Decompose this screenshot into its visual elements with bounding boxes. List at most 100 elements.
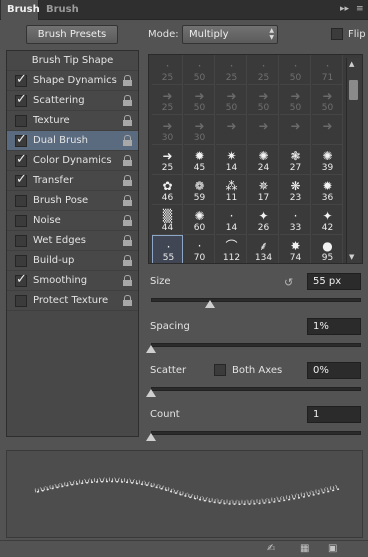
scroll-down-arrow-icon[interactable]: ▼ — [349, 253, 354, 261]
brush-tip-cell[interactable]: · 50 — [184, 55, 215, 85]
brush-tip-cell[interactable]: ✦ 42 — [312, 205, 343, 235]
sidebar-item-noise[interactable]: Noise — [7, 211, 138, 231]
sidebar-item-scattering[interactable]: Scattering — [7, 91, 138, 111]
brush-tip-cell[interactable]: ➜ 25 — [152, 85, 183, 115]
brush-tip-cell[interactable]: · 33 — [280, 205, 311, 235]
brush-tip-cell[interactable]: · 25 — [216, 55, 247, 85]
brush-tip-cell[interactable]: ➜ 30 — [152, 115, 183, 145]
sidebar-item-texture[interactable]: Texture — [7, 111, 138, 131]
panel-menu-icon[interactable]: ≡ — [356, 4, 364, 14]
brush-tip-cell[interactable]: ✸ 74 — [280, 235, 311, 263]
sidebar-checkbox[interactable] — [15, 115, 27, 127]
brush-tip-cell[interactable]: ❋ 23 — [280, 175, 311, 205]
count-input[interactable]: 1 — [307, 406, 361, 423]
brush-tip-cell[interactable]: ✦ 26 — [248, 205, 279, 235]
brush-tip-cell[interactable]: ✹ 36 — [312, 175, 343, 205]
reset-size-icon[interactable]: ↺ — [284, 276, 293, 289]
brush-tip-cell[interactable]: · 71 — [312, 55, 343, 85]
sidebar-checkbox[interactable] — [15, 172, 27, 187]
brush-tip-cell[interactable]: ❃ 27 — [280, 145, 311, 175]
lock-icon[interactable] — [123, 295, 132, 306]
sidebar-item-brush-pose[interactable]: Brush Pose — [7, 191, 138, 211]
toggle-live-tip-icon[interactable]: ✍ — [267, 543, 275, 554]
brush-tip-cell[interactable]: ✺ 24 — [248, 145, 279, 175]
lock-icon[interactable] — [123, 235, 132, 246]
sidebar-item-shape-dynamics[interactable]: Shape Dynamics — [7, 71, 138, 91]
size-input[interactable]: 55 px — [307, 273, 361, 290]
brush-tip-cell[interactable]: ➜ 25 — [152, 145, 183, 175]
size-slider[interactable] — [151, 298, 361, 302]
lock-icon[interactable] — [123, 75, 132, 86]
lock-icon[interactable] — [123, 275, 132, 286]
spacing-slider[interactable] — [151, 343, 361, 347]
brush-presets-button[interactable]: Brush Presets — [26, 25, 118, 44]
sidebar-checkbox[interactable] — [15, 295, 27, 307]
size-slider-thumb[interactable] — [204, 300, 215, 308]
sidebar-checkbox[interactable] — [15, 195, 27, 207]
tab-brush-presets[interactable]: Brush Presets — [40, 0, 114, 35]
brush-tip-cell[interactable]: ➜ 50 — [280, 85, 311, 115]
lock-icon[interactable] — [123, 135, 132, 146]
spacing-slider-thumb[interactable] — [146, 345, 156, 353]
lock-icon[interactable] — [123, 175, 132, 186]
sidebar-item-color-dynamics[interactable]: Color Dynamics — [7, 151, 138, 171]
sidebar-checkbox[interactable] — [15, 132, 27, 147]
brush-tip-cell[interactable]: ⸙ 134 — [248, 235, 279, 263]
brush-tip-shape-header[interactable]: Brush Tip Shape — [7, 51, 138, 71]
brush-tip-cell[interactable]: ⌒ 112 — [216, 235, 247, 263]
count-slider[interactable] — [151, 431, 361, 435]
brush-tip-cell[interactable]: ✿ 46 — [152, 175, 183, 205]
brush-tip-cell[interactable]: ✹ 45 — [184, 145, 215, 175]
lock-icon[interactable] — [123, 195, 132, 206]
double-chevron-right-icon[interactable]: ▸▸ — [340, 4, 349, 14]
brush-tip-cell[interactable]: ✷ 14 — [216, 145, 247, 175]
tab-brush[interactable]: Brush — [1, 0, 40, 20]
count-slider-thumb[interactable] — [146, 433, 156, 441]
brush-tip-cell[interactable]: ✺ 39 — [312, 145, 343, 175]
brush-grid-icon[interactable]: ▦ — [300, 543, 309, 554]
sidebar-item-build-up[interactable]: Build-up — [7, 251, 138, 271]
brush-tip-cell[interactable]: ➜ — [216, 115, 247, 145]
sidebar-checkbox[interactable] — [15, 215, 27, 227]
lock-icon[interactable] — [123, 155, 132, 166]
brush-tip-cell[interactable]: · 25 — [152, 55, 183, 85]
sidebar-checkbox[interactable] — [15, 152, 27, 167]
sidebar-item-protect-texture[interactable]: Protect Texture — [7, 291, 138, 311]
sidebar-item-dual-brush[interactable]: Dual Brush — [7, 131, 138, 151]
brush-tip-cell[interactable]: · 14 — [216, 205, 247, 235]
mode-select[interactable]: Multiply ▲ ▼ — [182, 25, 278, 44]
brush-tip-cell[interactable]: ➜ — [280, 115, 311, 145]
brush-tip-cell[interactable]: ➜ — [312, 115, 343, 145]
brush-tip-cell[interactable]: · 70 — [184, 235, 215, 263]
brush-tip-cell[interactable]: ● 95 — [312, 235, 343, 263]
brush-tip-cell[interactable]: · 55 — [152, 235, 183, 263]
scroll-thumb[interactable] — [349, 80, 358, 100]
brush-tip-cell[interactable]: ➜ 50 — [312, 85, 343, 115]
brush-tip-cell[interactable]: ▒ 44 — [152, 205, 183, 235]
lock-icon[interactable] — [123, 115, 132, 126]
brush-tip-cell[interactable]: ➜ — [248, 115, 279, 145]
brush-tip-cell[interactable]: ⁂ 11 — [216, 175, 247, 205]
both-axes-checkbox[interactable] — [214, 364, 226, 376]
scatter-slider-thumb[interactable] — [146, 389, 156, 397]
sidebar-checkbox[interactable] — [15, 72, 27, 87]
brush-tip-cell[interactable]: · 50 — [280, 55, 311, 85]
brush-tip-cell[interactable]: ➜ 50 — [248, 85, 279, 115]
brush-tip-cell[interactable]: ❁ 59 — [184, 175, 215, 205]
spacing-input[interactable]: 1% — [307, 318, 361, 335]
lock-icon[interactable] — [123, 95, 132, 106]
create-new-brush-icon[interactable]: ▣ — [328, 543, 337, 554]
brush-tip-cell[interactable]: ✵ 17 — [248, 175, 279, 205]
scroll-up-arrow-icon[interactable]: ▲ — [349, 60, 354, 68]
sidebar-checkbox[interactable] — [15, 272, 27, 287]
lock-icon[interactable] — [123, 215, 132, 226]
sidebar-checkbox[interactable] — [15, 92, 27, 107]
brush-tip-cell[interactable]: ➜ 50 — [184, 85, 215, 115]
brush-tip-cell[interactable]: ➜ 50 — [216, 85, 247, 115]
lock-icon[interactable] — [123, 255, 132, 266]
sidebar-item-transfer[interactable]: Transfer — [7, 171, 138, 191]
scatter-slider[interactable] — [151, 387, 361, 391]
brush-tip-cell[interactable]: ✺ 60 — [184, 205, 215, 235]
flip-checkbox[interactable] — [331, 28, 343, 40]
sidebar-item-wet-edges[interactable]: Wet Edges — [7, 231, 138, 251]
